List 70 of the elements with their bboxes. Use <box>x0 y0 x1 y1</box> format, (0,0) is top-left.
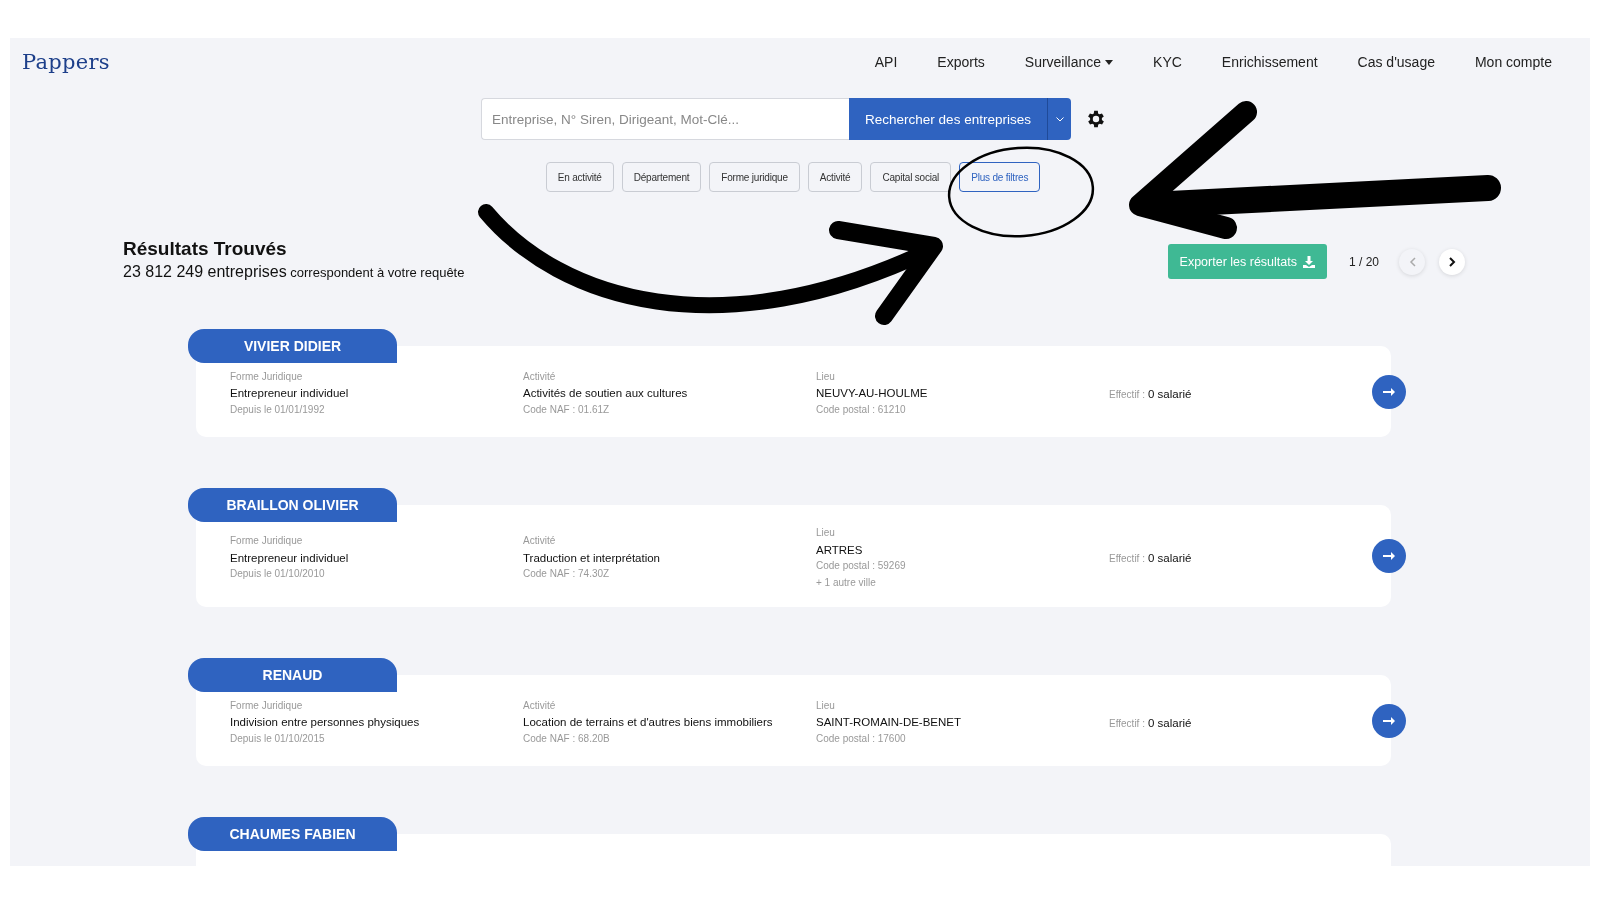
field-label: Lieu <box>816 526 836 540</box>
arrow-right-icon <box>1383 387 1395 396</box>
field-value: Traduction et interprétation <box>523 550 661 566</box>
company-name-tab[interactable]: RENAUD <box>188 658 397 692</box>
search-field[interactable]: Entreprise, N° Siren, Dirigeant, Mot-Clé... <box>481 98 849 140</box>
field-label: Effectif : <box>1109 388 1145 400</box>
field-detail: Depuis le 01/10/2010 <box>230 567 326 582</box>
field-value: Entrepreneur individuel <box>230 386 350 402</box>
logo[interactable]: Pappers <box>22 50 110 74</box>
company-name-tab[interactable]: BRAILLON OLIVIER <box>188 488 397 522</box>
field-label: Lieu <box>816 698 836 713</box>
field-detail: Code postal : 17600 <box>816 731 907 746</box>
filter-chip[interactable]: Forme juridique <box>709 162 800 192</box>
open-button[interactable] <box>1372 703 1406 738</box>
field-detail: Depuis le 01/10/2015 <box>230 731 326 746</box>
nav-link[interactable]: Mon compte <box>1474 54 1552 70</box>
filter-chip[interactable]: En activité <box>545 162 614 192</box>
nav-link[interactable]: API <box>874 54 898 70</box>
next-page-button[interactable] <box>1439 248 1465 275</box>
field-value: Entrepreneur individuel <box>230 550 350 566</box>
field-label: Effectif : <box>1109 717 1145 729</box>
nav-link[interactable]: Surveillance <box>1024 54 1114 70</box>
field-label: Activité <box>523 698 557 713</box>
open-button[interactable] <box>1372 539 1406 573</box>
field-value: 0 salarié <box>1147 716 1192 729</box>
field-value: Indivision entre personnes physiques <box>230 715 421 731</box>
field-value: SAINT-ROMAIN-DE-BENET <box>816 715 963 731</box>
arrow-right-icon <box>1383 716 1395 725</box>
field-value: Activités de soutien aux cultures <box>523 386 689 402</box>
field-detail: Code NAF : 01.61Z <box>523 402 611 417</box>
results-count: 23 812 249 entreprises correspondent à votre requête <box>123 263 465 281</box>
nav-link[interactable]: Cas d'usage <box>1357 54 1435 70</box>
page-indicator: 1 / 20 <box>1348 254 1379 269</box>
field-label: Lieu <box>816 369 836 384</box>
field-value: Location de terrains et d'autres biens immobiliers <box>523 715 774 731</box>
company-name-tab[interactable]: VIVIER DIDIER <box>188 329 397 363</box>
field-detail: Code NAF : 68.20B <box>523 731 611 746</box>
nav-link[interactable]: KYC <box>1153 54 1182 70</box>
caret-icon <box>1105 59 1114 65</box>
field-detail: Code NAF : 74.30Z <box>523 567 611 582</box>
settings-icon[interactable] <box>1085 108 1107 130</box>
field-value: ARTRES <box>816 542 864 558</box>
nav-link[interactable]: Enrichissement <box>1221 54 1318 70</box>
chevron-left-icon <box>1408 256 1416 267</box>
nav-link[interactable]: Exports <box>937 54 985 70</box>
filter-chip[interactable]: Activité <box>807 162 863 192</box>
chevron-right-icon <box>1448 256 1456 267</box>
company-name-tab[interactable]: CHAUMES FABIEN <box>188 817 397 851</box>
field-detail: Code postal : 61210 <box>816 402 907 417</box>
download-icon <box>1302 255 1315 268</box>
arrow-right-icon <box>1383 552 1395 560</box>
field-label: Forme Juridique <box>230 534 304 549</box>
open-button[interactable] <box>1372 374 1406 409</box>
field-label: Forme Juridique <box>230 369 304 384</box>
field-value: 0 salarié <box>1147 387 1192 400</box>
field-detail: + 1 autre ville <box>816 575 877 590</box>
results-title: Résultats Trouvés <box>123 238 288 260</box>
filter-chip[interactable]: Capital social <box>870 162 952 192</box>
field-label: Activité <box>523 534 557 549</box>
field-detail: Code postal : 59269 <box>816 559 907 573</box>
search-button[interactable]: Rechercher des entreprises <box>849 98 1047 140</box>
field-label: Forme Juridique <box>230 698 304 713</box>
field-detail: Depuis le 01/01/1992 <box>230 402 326 417</box>
filter-chip[interactable]: Département <box>621 162 702 192</box>
field-label: Effectif : <box>1109 553 1145 564</box>
filter-chip[interactable]: Plus de filtres <box>959 162 1041 192</box>
chevron-down-icon <box>1055 116 1064 122</box>
field-value: NEUVY-AU-HOULME <box>816 386 929 402</box>
field-label: Activité <box>523 369 557 384</box>
field-value: 0 salarié <box>1147 552 1192 564</box>
